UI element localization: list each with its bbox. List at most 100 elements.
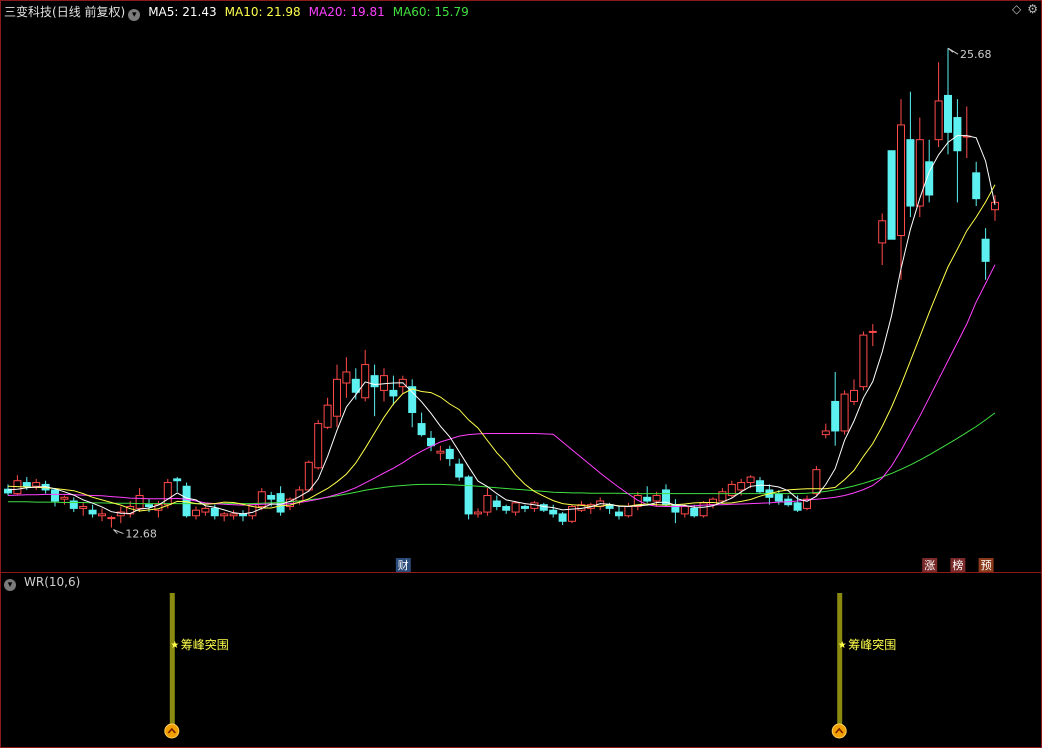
candle-body <box>79 506 88 509</box>
candle-body <box>483 494 492 513</box>
signal-label: 筹峰突围 <box>181 637 229 652</box>
candle-body <box>60 496 69 500</box>
candle-body <box>464 476 473 515</box>
indicator-name: WR(10,6) <box>24 575 81 589</box>
low-label: 12.68 <box>125 528 156 541</box>
high-label: 25.68 <box>960 48 992 61</box>
candle-body <box>850 389 858 402</box>
candle-body <box>906 139 915 207</box>
low-pointer <box>113 529 124 535</box>
candle-body <box>812 469 821 495</box>
candle-body <box>981 238 990 262</box>
candle-body <box>643 496 652 502</box>
candle-body <box>944 94 952 133</box>
high-pointer <box>947 47 959 55</box>
candle-body <box>427 437 435 447</box>
candle-body <box>304 461 313 491</box>
ma60-label: MA60: 15.79 <box>392 5 469 19</box>
diamond-icon[interactable]: ◇ <box>1012 2 1021 16</box>
candle-body <box>840 393 849 432</box>
candle-body <box>445 448 454 460</box>
signal-label: 筹峰突围 <box>848 637 896 652</box>
candle-body <box>878 220 887 244</box>
candle-body <box>135 494 144 509</box>
candle-body <box>370 375 379 388</box>
candle-body <box>361 364 370 399</box>
chart-frame <box>0 0 1042 748</box>
candle-body <box>220 513 229 517</box>
candle-body <box>953 117 962 152</box>
candle-body <box>859 334 868 388</box>
indicator-dropdown-icon[interactable]: ▾ <box>4 579 16 591</box>
dropdown-icon[interactable]: ▾ <box>128 9 141 21</box>
signal-bar <box>169 593 175 733</box>
candle-body <box>756 480 764 493</box>
candle-body <box>680 506 689 515</box>
candle-body <box>502 506 511 511</box>
candle-body <box>671 504 680 513</box>
gear-icon[interactable]: ⚙ <box>1027 2 1038 16</box>
candle-body <box>51 489 59 502</box>
candle-body <box>455 463 464 478</box>
candles-group <box>4 48 999 528</box>
candle-body <box>793 502 802 511</box>
stock-title: 三变科技(日线 前复权) <box>4 5 126 19</box>
event-badge-label: 财 <box>398 558 409 572</box>
candle-body <box>558 513 567 522</box>
candle-body <box>163 482 172 506</box>
candle-body <box>210 507 219 517</box>
candle-body <box>342 371 351 384</box>
candle-body <box>690 507 699 517</box>
candle-body <box>746 476 755 484</box>
candle-body <box>474 511 482 515</box>
candle-body <box>98 513 106 517</box>
candle-body <box>615 511 623 517</box>
event-badge-label: 涨 <box>924 559 935 572</box>
candle-body <box>436 450 445 454</box>
candle-body <box>934 100 943 141</box>
ma10-label: MA10: 21.98 <box>224 5 301 19</box>
stock-chart[interactable]: 25.68 12.68 财 涨 榜 预筹峰突围 筹峰突围 <box>0 0 1042 748</box>
candle-body <box>821 430 830 436</box>
candle-body <box>107 517 116 520</box>
candle-body <box>182 485 191 517</box>
signal-bar <box>837 593 843 733</box>
event-badge-label: 榜 <box>952 558 963 572</box>
signal-up-icon <box>164 723 180 739</box>
ma20-line <box>7 264 996 507</box>
candle-body <box>915 139 924 207</box>
candle-body <box>380 375 388 391</box>
candle-body <box>774 493 783 502</box>
candle-body <box>417 423 426 436</box>
candle-body <box>22 482 31 487</box>
event-badge-label: 预 <box>981 559 992 572</box>
candle-body <box>549 509 558 515</box>
candle-body <box>314 423 323 469</box>
candle-body <box>192 509 200 517</box>
candle-body <box>652 494 661 502</box>
candle-body <box>624 506 633 517</box>
ma5-label: MA5: 21.43 <box>148 5 217 19</box>
candle-body <box>511 502 520 513</box>
candle-body <box>173 478 182 482</box>
ma10-line <box>7 184 996 512</box>
candle-body <box>88 509 97 515</box>
indicator-header: ▾ WR(10,6) <box>4 575 88 591</box>
candle-body <box>737 482 746 491</box>
candle-body <box>492 500 501 508</box>
candle-body <box>323 404 332 428</box>
candle-body <box>32 482 41 487</box>
candle-body <box>389 389 398 397</box>
chart-toolbar: ◇ ⚙ <box>1006 2 1038 16</box>
candle-body <box>145 504 153 508</box>
candle-body <box>868 330 877 333</box>
candle-body <box>831 400 840 432</box>
candle-body <box>201 507 210 513</box>
candle-body <box>333 378 341 417</box>
candle-body <box>351 378 360 393</box>
candle-body <box>267 494 276 500</box>
candle-body <box>972 172 981 200</box>
signal-up-icon <box>831 723 847 739</box>
candle-body <box>897 124 905 237</box>
candle-body <box>229 513 238 517</box>
